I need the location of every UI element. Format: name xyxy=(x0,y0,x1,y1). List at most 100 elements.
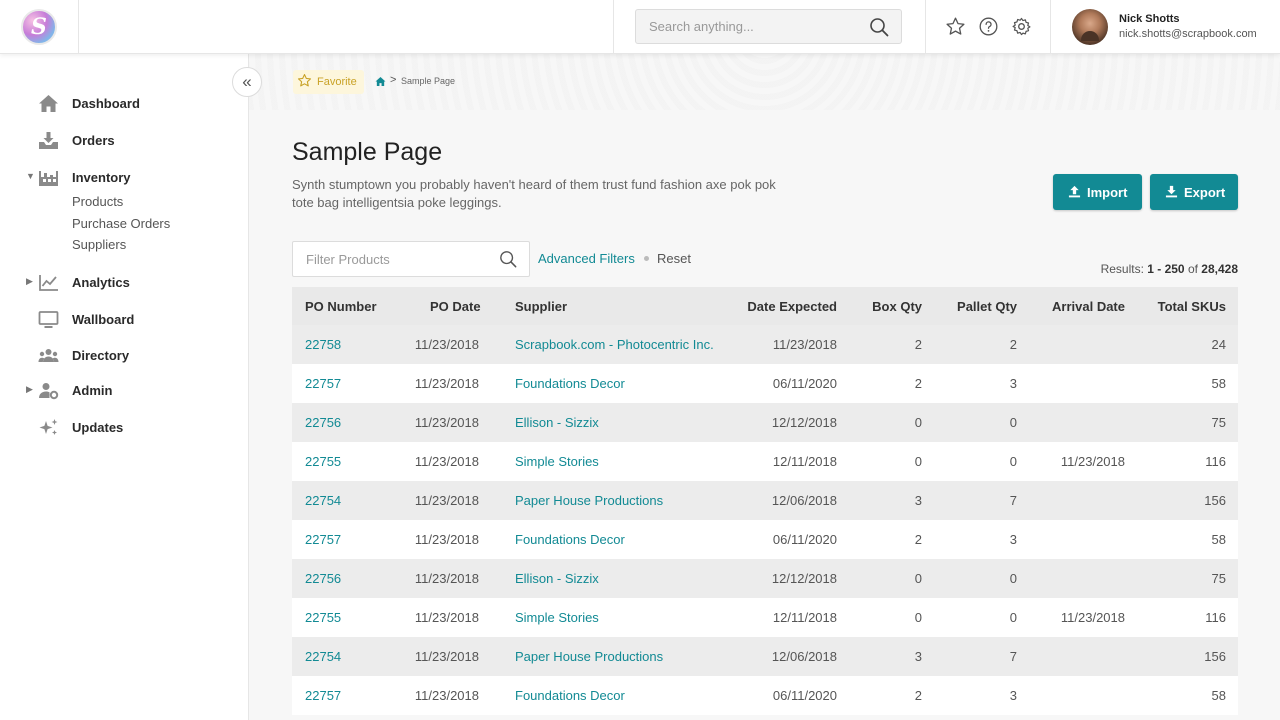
sidebar-item-analytics[interactable]: ▶ Analytics xyxy=(0,270,248,296)
table-row[interactable]: 22754 11/23/2018 Paper House Productions 12… xyxy=(292,637,1238,676)
table-row[interactable]: 22754 11/23/2018 Paper House Productions 12… xyxy=(292,481,1238,520)
monitor-icon xyxy=(38,311,59,328)
sidebar-collapse-button[interactable]: « xyxy=(232,67,262,97)
column-header-date-expected[interactable]: Date Expected xyxy=(747,299,837,314)
date-expected-cell: 06/11/2020 xyxy=(772,376,837,391)
column-header-supplier[interactable]: Supplier xyxy=(515,299,567,314)
results-prefix: Results: xyxy=(1100,262,1148,276)
favorite-button[interactable]: Favorite xyxy=(293,70,364,94)
column-header-po-number[interactable]: PO Number xyxy=(305,299,377,314)
table-row[interactable]: 22757 11/23/2018 Foundations Decor 06/11/20… xyxy=(292,520,1238,559)
po-number-link[interactable]: 22755 xyxy=(305,454,341,469)
sidebar-item-label: Wallboard xyxy=(72,312,135,327)
filter-products-input[interactable] xyxy=(293,242,493,276)
import-label: Import xyxy=(1087,185,1128,200)
po-number-link[interactable]: 22756 xyxy=(305,571,341,586)
column-header-pallet-qty[interactable]: Pallet Qty xyxy=(957,299,1017,314)
total-skus-cell: 24 xyxy=(1211,337,1226,352)
sidebar-item-dashboard[interactable]: Dashboard xyxy=(0,91,248,117)
total-skus-cell: 116 xyxy=(1205,454,1226,469)
po-date-cell: 11/23/2018 xyxy=(414,571,479,586)
app-logo[interactable]: S xyxy=(21,9,57,45)
table-row[interactable]: 22756 11/23/2018 Ellison - Sizzix 12/12/201… xyxy=(292,403,1238,442)
po-date-cell: 11/23/2018 xyxy=(414,454,479,469)
column-header-box-qty[interactable]: Box Qty xyxy=(872,299,922,314)
sidebar-subitem-suppliers[interactable]: Suppliers xyxy=(72,237,126,252)
sidebar-subitem-purchase-orders[interactable]: Purchase Orders xyxy=(72,216,170,231)
box-qty-cell: 3 xyxy=(914,649,922,664)
supplier-link[interactable]: Ellison - Sizzix xyxy=(515,415,599,430)
box-qty-cell: 0 xyxy=(914,454,922,469)
total-skus-cell: 58 xyxy=(1211,532,1226,547)
po-number-link[interactable]: 22757 xyxy=(305,376,341,391)
search-icon[interactable] xyxy=(869,17,889,37)
total-skus-cell: 58 xyxy=(1211,376,1226,391)
help-icon[interactable] xyxy=(978,16,999,37)
table-row[interactable]: 22755 11/23/2018 Simple Stories 12/11/2018 0… xyxy=(292,598,1238,637)
global-search-input[interactable] xyxy=(636,10,861,43)
star-outline-icon xyxy=(297,74,312,87)
total-skus-cell: 75 xyxy=(1211,415,1226,430)
supplier-link[interactable]: Foundations Decor xyxy=(515,376,625,391)
sidebar-item-orders[interactable]: Orders xyxy=(0,128,248,154)
box-qty-cell: 0 xyxy=(914,610,922,625)
po-number-link[interactable]: 22755 xyxy=(305,610,341,625)
table-row[interactable]: 22758 11/23/2018 Scrapbook.com - Photocent… xyxy=(292,325,1238,364)
po-number-link[interactable]: 22757 xyxy=(305,688,341,703)
table-row[interactable]: 22756 11/23/2018 Ellison - Sizzix 12/12/201… xyxy=(292,559,1238,598)
sidebar-item-directory[interactable]: Directory xyxy=(0,343,248,369)
sidebar-item-inventory[interactable]: ▼ Inventory xyxy=(0,165,248,191)
sidebar-item-wallboard[interactable]: Wallboard xyxy=(0,307,248,333)
caret-right-icon: ▶ xyxy=(26,384,33,394)
supplier-link[interactable]: Simple Stories xyxy=(515,610,599,625)
advanced-filters-link[interactable]: Advanced Filters xyxy=(538,251,635,266)
supplier-link[interactable]: Scrapbook.com - Photocentric Inc. xyxy=(515,337,714,352)
date-expected-cell: 06/11/2020 xyxy=(772,688,837,703)
upload-icon xyxy=(1068,185,1081,198)
sidebar-item-label: Updates xyxy=(72,420,124,435)
supplier-link[interactable]: Ellison - Sizzix xyxy=(515,571,599,586)
column-header-arrival-date[interactable]: Arrival Date xyxy=(1052,299,1125,314)
sidebar-subitem-products[interactable]: Products xyxy=(72,194,123,209)
arrival-date-cell: 11/23/2018 xyxy=(1060,454,1125,469)
sparkle-icon xyxy=(39,419,58,435)
gear-icon[interactable] xyxy=(1011,16,1032,37)
total-skus-cell: 116 xyxy=(1205,610,1226,625)
supplier-link[interactable]: Foundations Decor xyxy=(515,688,625,703)
pallet-qty-cell: 0 xyxy=(1009,415,1017,430)
pallet-qty-cell: 7 xyxy=(1009,493,1017,508)
users-icon xyxy=(38,349,59,362)
home-icon[interactable] xyxy=(375,76,386,87)
caret-right-icon: ▶ xyxy=(26,276,33,286)
import-button[interactable]: Import xyxy=(1053,174,1142,210)
avatar[interactable] xyxy=(1072,9,1108,45)
reset-link[interactable]: Reset xyxy=(657,251,691,266)
po-number-link[interactable]: 22756 xyxy=(305,415,341,430)
table-row[interactable]: 22757 11/23/2018 Foundations Decor 06/11/20… xyxy=(292,364,1238,403)
column-header-total-skus[interactable]: Total SKUs xyxy=(1158,299,1226,314)
po-number-link[interactable]: 22754 xyxy=(305,649,341,664)
box-qty-cell: 0 xyxy=(914,571,922,586)
supplier-link[interactable]: Paper House Productions xyxy=(515,649,663,664)
sidebar-item-admin[interactable]: ▶ Admin xyxy=(0,378,248,404)
user-menu[interactable]: Nick Shotts nick.shotts@scrapbook.com xyxy=(1051,0,1280,54)
supplier-link[interactable]: Simple Stories xyxy=(515,454,599,469)
favorite-label: Favorite xyxy=(317,76,357,88)
supplier-link[interactable]: Foundations Decor xyxy=(515,532,625,547)
results-count: Results: 1 - 250 of 28,428 xyxy=(1101,262,1238,276)
po-number-link[interactable]: 22758 xyxy=(305,337,341,352)
search-icon[interactable] xyxy=(499,250,517,268)
star-icon[interactable] xyxy=(945,16,966,37)
supplier-link[interactable]: Paper House Productions xyxy=(515,493,663,508)
sidebar-item-updates[interactable]: Updates xyxy=(0,415,248,441)
date-expected-cell: 06/11/2020 xyxy=(772,532,837,547)
table-row[interactable]: 22755 11/23/2018 Simple Stories 12/11/2018 0… xyxy=(292,442,1238,481)
table-row[interactable]: 22757 11/23/2018 Foundations Decor 06/11/20… xyxy=(292,676,1238,715)
export-button[interactable]: Export xyxy=(1150,174,1238,210)
column-header-po-date[interactable]: PO Date xyxy=(430,299,481,314)
caret-down-icon: ▼ xyxy=(26,171,35,181)
sidebar-item-label: Dashboard xyxy=(72,96,140,111)
box-qty-cell: 2 xyxy=(914,376,922,391)
po-number-link[interactable]: 22754 xyxy=(305,493,341,508)
po-number-link[interactable]: 22757 xyxy=(305,532,341,547)
